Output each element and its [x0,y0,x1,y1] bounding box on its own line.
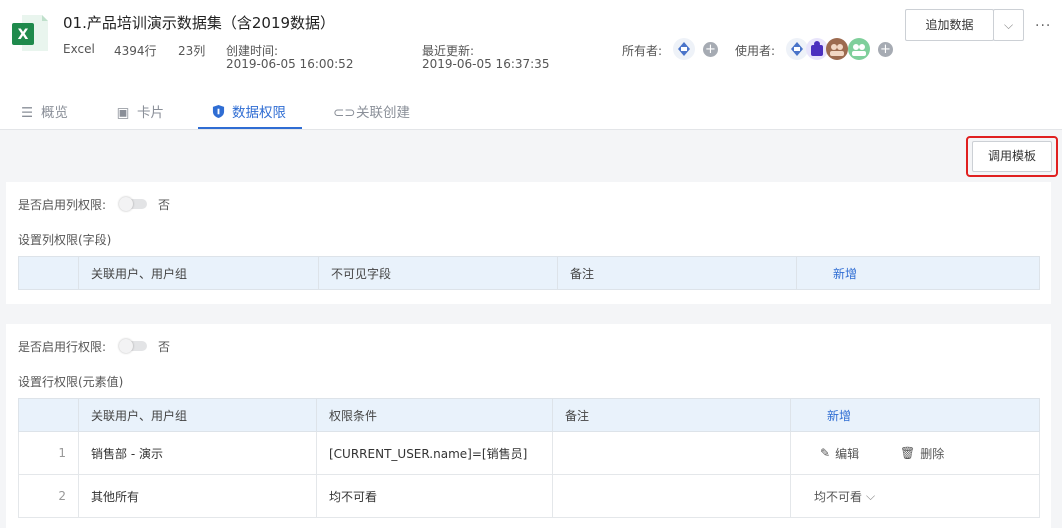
updated-value: 2019-06-05 16:37:35 [422,57,550,71]
row-condition: [CURRENT_USER.name]=[销售员] [329,446,528,461]
row-permission-enable-label: 是否启用行权限: [18,340,107,354]
excel-file-icon: X [12,15,48,51]
user-avatar-4[interactable] [848,38,870,60]
header-linked-users: 关联用户、用户组 [91,408,188,423]
user-avatar-1[interactable] [786,38,808,60]
trash-icon: 🗑 [900,446,916,460]
edit-icon: ✎ [820,446,831,460]
row-permission-toggle[interactable] [119,339,147,353]
append-data-button[interactable]: 追加数据 [905,9,994,41]
tab-cards[interactable]: ▣ 卡片 [114,101,164,129]
robot-avatar-icon [791,42,803,56]
doc-icon: ☰ [20,105,34,121]
add-column-permission-link[interactable]: 新增 [821,257,857,289]
row-permission-table-header: 关联用户、用户组 权限条件 备注 新增 [18,398,1040,432]
active-tab-indicator [198,127,302,129]
header-linked-users: 关联用户、用户组 [91,266,188,281]
header-note: 备注 [565,408,590,423]
svg-text:X: X [18,27,29,43]
edit-button[interactable]: ✎ 编辑 [820,432,859,474]
more-options-button[interactable]: ··· [1035,18,1051,34]
column-count: 23列 [178,44,206,58]
row-permission-enable-value: 否 [158,340,171,354]
tab-overview[interactable]: ☰ 概览 [18,101,68,129]
row-permission-section-title: 设置行权限(元素值) [18,375,124,389]
row-user: 销售部 - 演示 [91,446,163,461]
add-user-button[interactable]: + [878,42,893,57]
row-user: 其他所有 [91,489,140,504]
add-row-permission-link[interactable]: 新增 [815,399,851,431]
header-note: 备注 [570,266,595,281]
image-icon: ▣ [116,105,130,121]
user-label: 使用者: [735,44,776,58]
file-type: Excel [63,42,95,56]
chevron-down-icon: ⌵ [1003,18,1014,32]
column-permission-section-title: 设置列权限(字段) [18,233,112,247]
visibility-select[interactable]: 均不可看 ⌵ [814,475,875,517]
tab-data-permission[interactable]: 数据权限 [209,101,286,129]
user-avatar-3[interactable] [826,38,848,60]
user-avatar-icon [811,41,823,56]
group-avatar-icon [830,44,844,56]
group-avatar-icon [852,44,866,56]
column-permission-enable-value: 否 [158,198,171,212]
apply-template-button[interactable]: 调用模板 [972,141,1052,172]
column-permission-table-header: 关联用户、用户组 不可见字段 备注 新增 [18,256,1040,290]
row-condition: 均不可看 [329,489,378,504]
table-row: 2 其他所有 均不可看 均不可看 ⌵ [18,475,1040,518]
row-index: 1 [58,446,66,460]
table-row: 1 销售部 - 演示 [CURRENT_USER.name]=[销售员] ✎ 编辑… [18,432,1040,475]
created-value: 2019-06-05 16:00:52 [226,57,354,71]
delete-button[interactable]: 🗑 删除 [900,432,944,474]
owner-label: 所有者: [622,44,663,58]
owner-avatar[interactable] [673,38,695,60]
dataset-header: X 01.产品培训演示数据集（含2019数据） Excel 4394行 23列 … [0,0,1062,130]
column-permission-enable-label: 是否启用列权限: [18,198,107,212]
shield-icon [209,104,227,121]
header-condition: 权限条件 [329,408,378,423]
row-count: 4394行 [114,44,157,58]
add-owner-button[interactable]: + [703,42,718,57]
link-icon: ⊂⊃ [333,105,356,121]
chevron-down-icon: ⌵ [866,488,876,503]
dataset-title: 01.产品培训演示数据集（含2019数据） [63,14,336,32]
robot-avatar-icon [678,42,690,56]
header-hidden-fields: 不可见字段 [331,266,392,281]
column-permission-toggle[interactable] [119,197,147,211]
row-index: 2 [58,489,66,503]
user-avatar-2[interactable] [806,38,828,60]
append-dropdown-button[interactable]: ⌵ [993,9,1024,41]
tab-linked-creation[interactable]: ⊂⊃关联创建 [333,101,410,129]
